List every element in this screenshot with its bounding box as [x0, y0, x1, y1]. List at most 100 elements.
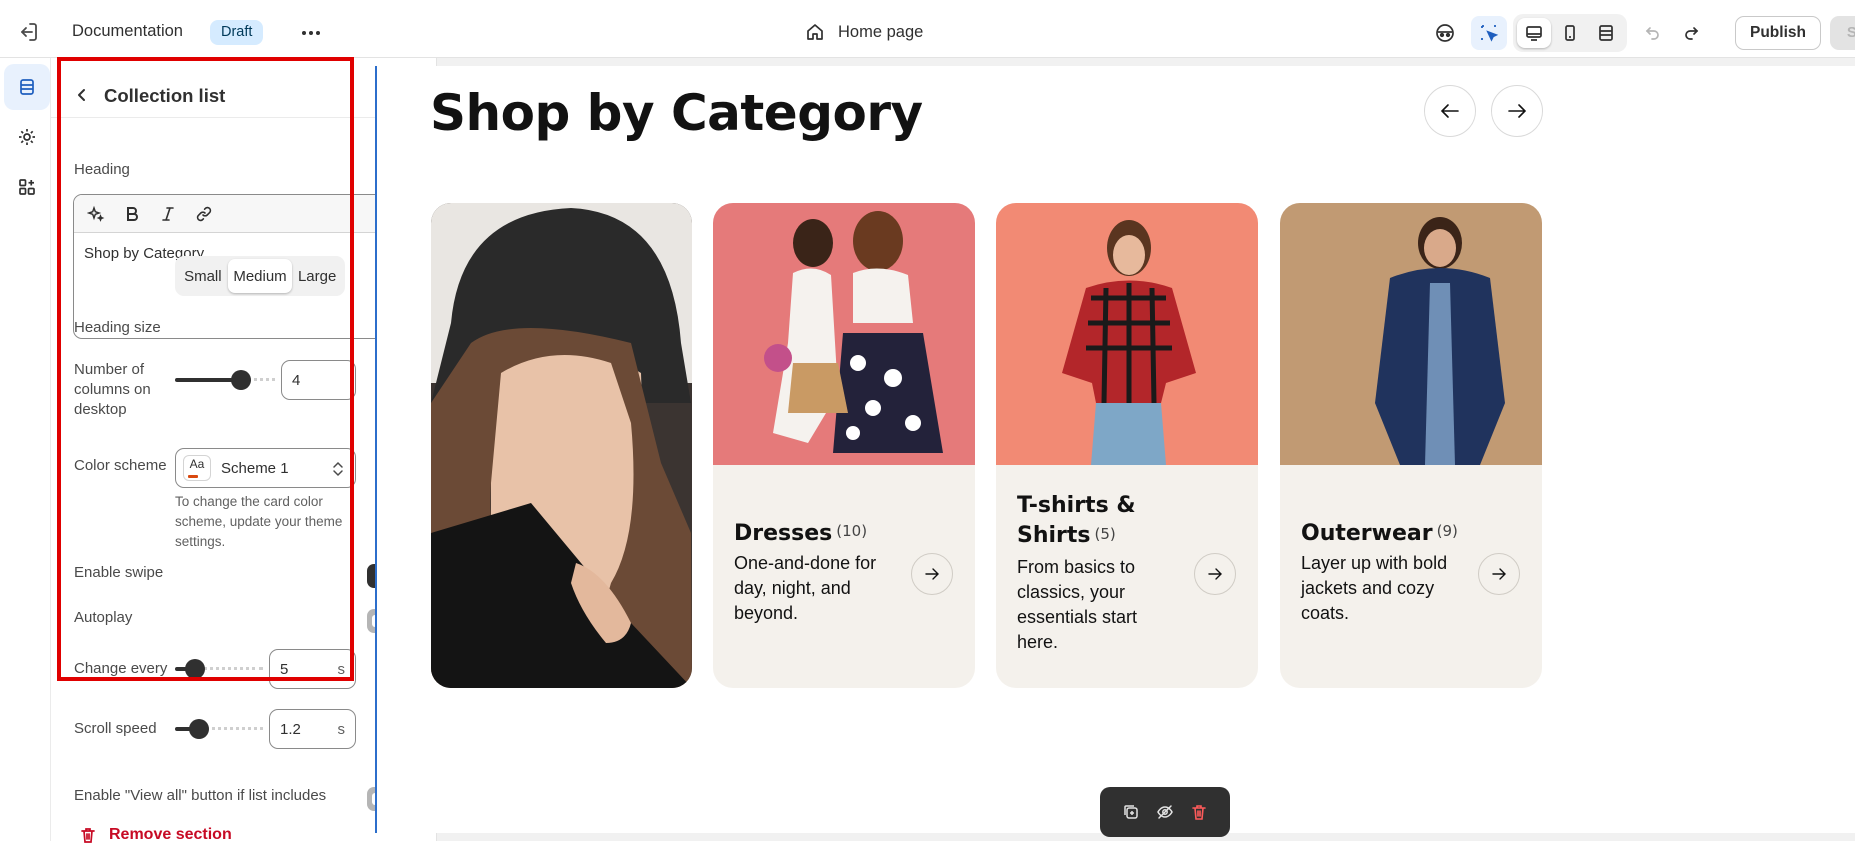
duplicate-icon[interactable] — [1122, 803, 1140, 821]
scroll-speed-label: Scroll speed — [74, 720, 157, 737]
back-icon[interactable] — [71, 84, 93, 106]
view-all-label: Enable "View all" button if list include… — [74, 787, 327, 804]
desc-line: beyond. — [734, 603, 799, 623]
arrow-left-icon — [1440, 104, 1459, 118]
undo-icon[interactable] — [1635, 16, 1671, 50]
help-line-1: To change the card color — [175, 494, 323, 509]
heading-size-medium[interactable]: Medium — [227, 259, 293, 293]
history-controls — [1633, 14, 1713, 52]
heading-size-large[interactable]: Large — [292, 259, 342, 293]
change-every-label: Change every — [74, 660, 168, 677]
swatch-text: Aa — [189, 457, 205, 471]
heading-size-selector: Small Medium Large — [175, 256, 345, 296]
scroll-speed-value: 1.2 — [280, 721, 301, 738]
panel-title: Collection list — [104, 85, 226, 106]
top-bar: Documentation Draft Home page Publish Sa — [0, 0, 1855, 58]
remove-section-button[interactable]: Remove section — [79, 826, 232, 844]
color-scheme-help: To change the card color scheme, update … — [175, 492, 350, 552]
heading-size-small[interactable]: Small — [178, 259, 228, 293]
remove-section-label: Remove section — [109, 826, 232, 843]
collection-arrow-icon[interactable] — [1194, 553, 1236, 595]
home-icon — [805, 22, 825, 42]
columns-number-input[interactable]: 4 — [281, 360, 356, 400]
apps-icon[interactable] — [4, 164, 50, 210]
heading-label: Heading — [74, 161, 130, 178]
collection-title: Dresses (10) — [734, 516, 934, 551]
sensei-icon[interactable] — [1427, 16, 1463, 50]
columns-value: 4 — [292, 372, 301, 389]
help-line-2: scheme, update your theme — [175, 514, 343, 529]
redo-icon[interactable] — [1673, 16, 1709, 50]
inspector-icon[interactable] — [1471, 16, 1507, 50]
collection-description: Layer up with bold jackets and cozy coat… — [1301, 551, 1471, 626]
collection-count: (5) — [1094, 525, 1116, 543]
collection-title: Outerwear (9) — [1301, 516, 1501, 551]
arrow-right-icon — [1508, 104, 1527, 118]
scroll-speed-slider-track — [201, 727, 263, 731]
save-button[interactable]: Sa — [1830, 16, 1855, 50]
collection-description: From basics to classics, your essentials… — [1017, 555, 1177, 655]
hide-icon[interactable] — [1156, 803, 1174, 821]
heading-size-label: Heading size — [74, 319, 161, 336]
viewport-switcher — [1513, 14, 1627, 52]
desc-line: day, night, and — [734, 578, 851, 598]
collection-image — [1280, 203, 1542, 465]
desc-line: From basics to — [1017, 557, 1136, 577]
select-chevron-icon — [331, 459, 345, 479]
link-icon[interactable] — [192, 202, 216, 226]
mobile-view-icon[interactable] — [1553, 18, 1587, 48]
sections-icon[interactable] — [4, 64, 50, 110]
collection-count: (10) — [836, 522, 868, 540]
collection-title-line: Shirts — [1017, 523, 1091, 548]
bold-icon[interactable] — [120, 202, 144, 226]
color-scheme-select[interactable]: Aa Scheme 1 — [175, 448, 356, 488]
store-preview: Shop by Category Dresses (10) One-and-do… — [375, 66, 1855, 833]
scroll-speed-input[interactable]: 1.2 s — [269, 709, 356, 749]
section-heading[interactable]: Shop by Category — [430, 84, 923, 142]
theme-settings-icon[interactable] — [4, 114, 50, 160]
change-every-input[interactable]: 5 s — [269, 649, 356, 689]
desc-line: here. — [1017, 632, 1059, 652]
collection-card[interactable] — [431, 203, 692, 688]
columns-label-line1: Number of — [74, 361, 145, 378]
page-selector[interactable]: Home page — [838, 23, 923, 42]
collection-arrow-icon[interactable] — [911, 553, 953, 595]
collection-image — [431, 203, 692, 688]
italic-icon[interactable] — [156, 202, 180, 226]
change-every-unit: s — [337, 661, 346, 678]
collection-card[interactable]: Dresses (10) One-and-done for day, night,… — [713, 203, 975, 688]
ai-sparkle-icon[interactable] — [84, 202, 108, 226]
collection-card[interactable]: T-shirts & Shirts (5) From basics to clas… — [996, 203, 1258, 688]
exit-icon[interactable] — [16, 20, 40, 44]
more-actions-icon[interactable] — [298, 20, 324, 46]
draft-badge: Draft — [210, 20, 264, 45]
desktop-view-icon[interactable] — [1517, 18, 1551, 48]
publish-button[interactable]: Publish — [1735, 16, 1821, 50]
collection-title-text: Dresses — [734, 521, 833, 546]
columns-label-line2: columns on — [74, 381, 151, 398]
change-every-slider[interactable] — [175, 659, 263, 679]
color-scheme-swatch: Aa — [183, 455, 211, 481]
change-every-slider-track — [197, 667, 263, 671]
desc-line: Layer up with bold — [1301, 553, 1448, 573]
scroll-speed-slider-thumb[interactable] — [189, 719, 209, 739]
delete-icon[interactable] — [1190, 803, 1208, 821]
desc-line: classics, your — [1017, 582, 1126, 602]
color-scheme-label: Color scheme — [74, 457, 167, 474]
columns-slider-thumb[interactable] — [231, 370, 251, 390]
collection-arrow-icon[interactable] — [1478, 553, 1520, 595]
columns-slider[interactable] — [175, 370, 275, 390]
theme-title[interactable]: Documentation — [72, 22, 183, 41]
change-every-value: 5 — [280, 661, 289, 678]
trash-icon — [81, 828, 95, 843]
desc-line: essentials start — [1017, 607, 1138, 627]
carousel-prev-button[interactable] — [1424, 85, 1476, 137]
fullscreen-view-icon[interactable] — [1589, 18, 1623, 48]
scroll-speed-slider[interactable] — [175, 719, 263, 739]
desc-line: coats. — [1301, 603, 1350, 623]
change-every-slider-thumb[interactable] — [185, 659, 205, 679]
carousel-next-button[interactable] — [1491, 85, 1543, 137]
desc-line: jackets and cozy — [1301, 578, 1435, 598]
collection-title: T-shirts & Shirts (5) — [1017, 491, 1217, 551]
collection-card[interactable]: Outerwear (9) Layer up with bold jackets … — [1280, 203, 1542, 688]
